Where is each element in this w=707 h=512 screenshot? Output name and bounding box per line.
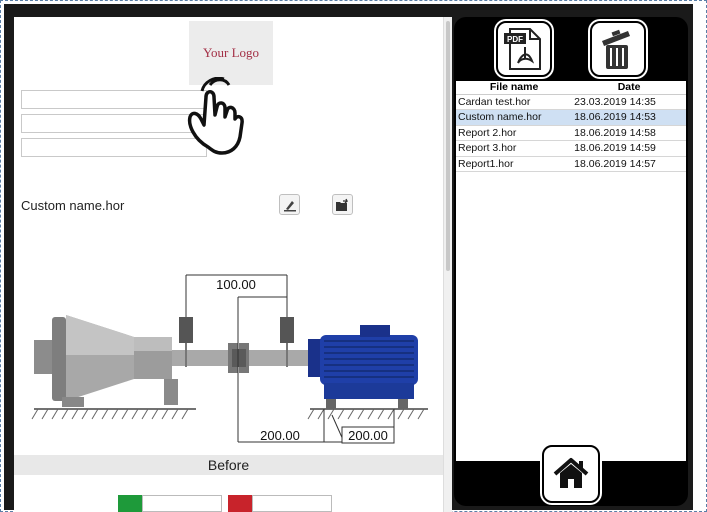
trash-icon (602, 29, 630, 69)
result-field-2[interactable] (252, 495, 332, 512)
delete-file-button[interactable] (590, 21, 646, 77)
file-row[interactable]: Report 3.hor 18.06.2019 14:59 (456, 140, 686, 157)
file-list: File name Date Cardan test.hor 23.03.2019… (456, 81, 686, 461)
green-status-indicator (118, 495, 142, 512)
file-row-date: 18.06.2019 14:53 (572, 109, 686, 126)
scrollbar-thumb[interactable] (446, 21, 450, 271)
file-row-name: Custom name.hor (456, 109, 573, 126)
open-file-button[interactable] (332, 194, 353, 215)
file-row-name: Cardan test.hor (456, 94, 573, 110)
motor-ground (307, 408, 428, 420)
file-row-date: 23.03.2019 14:35 (572, 94, 686, 110)
logo-text: Your Logo (202, 45, 260, 60)
header-field-3[interactable] (21, 138, 207, 157)
pump-shaft (172, 350, 232, 366)
bottom-distance-right-label: 200.00 (348, 428, 388, 443)
home-icon (553, 458, 589, 488)
red-status-indicator (228, 495, 252, 512)
file-row[interactable]: Cardan test.hor 23.03.2019 14:35 (456, 94, 686, 110)
motor-shaft (246, 350, 308, 366)
file-row-date: 18.06.2019 14:58 (572, 125, 686, 141)
pdf-icon: PDF (504, 28, 541, 70)
bottom-distance-left-label: 200.00 (260, 428, 300, 443)
report-file-name: Custom name.hor (21, 198, 125, 213)
section-header-before: Before (14, 455, 443, 475)
header-field-2[interactable] (21, 114, 207, 133)
column-header-file-name[interactable]: File name (456, 81, 573, 95)
column-header-date[interactable]: Date (572, 81, 686, 95)
top-distance-label: 100.00 (216, 277, 256, 292)
file-row-date: 18.06.2019 14:57 (572, 156, 686, 172)
report-scrollbar[interactable] (443, 17, 452, 512)
alignment-diagram: 100.00 200.00 200.00 (31, 274, 428, 444)
result-row (14, 493, 443, 512)
file-row-name: Report 3.hor (456, 140, 573, 157)
file-row-selected[interactable]: Custom name.hor 18.06.2019 14:53 (456, 109, 686, 126)
home-button[interactable] (542, 445, 600, 503)
report-pane: Your Logo Custom name.hor 100.00 200.00 … (14, 17, 443, 512)
electric-motor (308, 325, 418, 409)
file-row-date: 18.06.2019 14:59 (572, 140, 686, 157)
logo-placeholder[interactable]: Your Logo (189, 21, 273, 85)
folder-open-icon (336, 198, 349, 211)
edit-name-button[interactable] (279, 194, 300, 215)
file-row-name: Report 2.hor (456, 125, 573, 141)
pump-ground (31, 408, 196, 420)
files-panel: PDF File name Date Cardan test.hor 23.03.… (454, 17, 688, 506)
pump-machine (34, 315, 178, 407)
edit-icon (283, 200, 296, 211)
file-row[interactable]: Report 2.hor 18.06.2019 14:58 (456, 125, 686, 141)
file-row[interactable]: Report1.hor 18.06.2019 14:57 (456, 156, 686, 172)
hand-pointer-icon (187, 77, 244, 155)
result-field-1[interactable] (142, 495, 222, 512)
svg-text:PDF: PDF (507, 35, 523, 44)
file-row-name: Report1.hor (456, 156, 573, 172)
header-field-1[interactable] (21, 90, 207, 109)
export-pdf-button[interactable]: PDF (496, 21, 552, 77)
